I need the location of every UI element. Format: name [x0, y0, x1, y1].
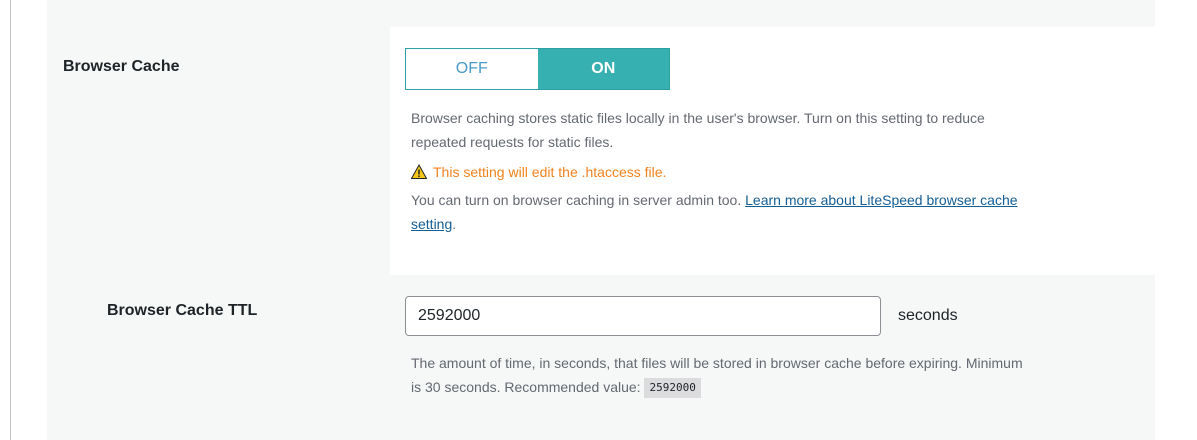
browser-cache-note: You can turn on browser caching in serve… — [411, 188, 1018, 236]
ttl-description-line-1: The amount of time, in seconds, that fil… — [411, 355, 1023, 371]
browser-cache-ttl-description: The amount of time, in seconds, that fil… — [411, 351, 1023, 399]
warning-icon — [411, 164, 427, 179]
ttl-description-line-2: is 30 seconds. Recommended value: — [411, 379, 641, 395]
warning-text: This setting will edit the .htaccess fil… — [433, 164, 667, 180]
browser-cache-description: Browser caching stores static files loca… — [411, 106, 985, 154]
toggle-off-option[interactable]: OFF — [406, 49, 538, 89]
browser-cache-toggle[interactable]: OFF ON — [405, 48, 670, 90]
note-prefix: You can turn on browser caching in serve… — [411, 192, 742, 208]
toggle-on-option[interactable]: ON — [537, 49, 669, 89]
htaccess-warning: This setting will edit the .htaccess fil… — [411, 164, 666, 180]
learn-more-link-continued[interactable]: setting — [411, 216, 452, 232]
description-line-2: repeated requests for static files. — [411, 134, 614, 150]
setting-row-browser-cache-ttl: Browser Cache TTL seconds The amount of … — [47, 275, 1155, 440]
browser-cache-ttl-input[interactable] — [405, 296, 881, 336]
note-suffix: . — [452, 216, 457, 232]
browser-cache-ttl-label: Browser Cache TTL — [107, 302, 258, 319]
recommended-value-chip: 2592000 — [644, 378, 701, 399]
description-line-1: Browser caching stores static files loca… — [411, 110, 985, 126]
previous-row-bottom — [47, 0, 1155, 27]
learn-more-link[interactable]: Learn more about LiteSpeed browser cache — [745, 192, 1017, 208]
ttl-unit: seconds — [898, 307, 958, 324]
page-left-border — [10, 0, 11, 440]
setting-row-browser-cache: Browser Cache OFF ON Browser caching sto… — [47, 27, 1155, 275]
browser-cache-label: Browser Cache — [63, 58, 180, 75]
